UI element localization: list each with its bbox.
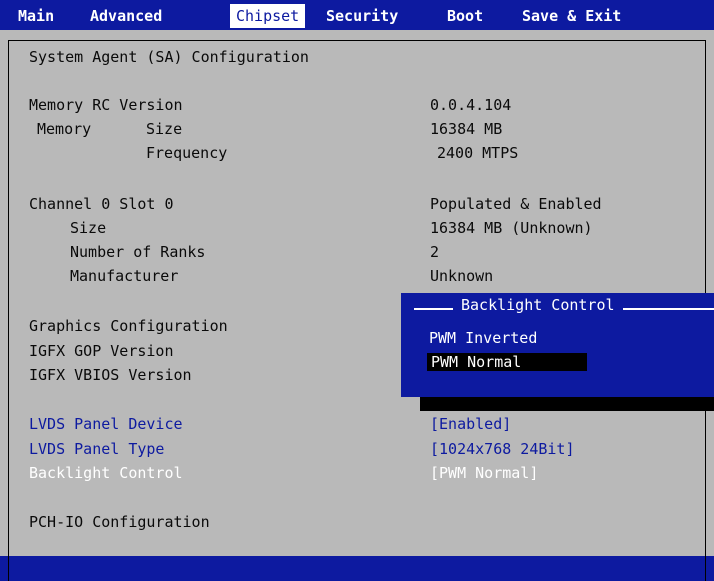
channel-size-label: Size [70, 219, 107, 237]
channel-slot-label: Channel 0 Slot 0 [29, 195, 174, 213]
popup-option-pwm-normal[interactable]: PWM Normal [427, 353, 587, 371]
top-menu-bar: Main Advanced Chipset Security Boot Save… [0, 0, 714, 30]
tab-save-exit[interactable]: Save & Exit [522, 5, 621, 27]
tab-chipset[interactable]: Chipset [230, 4, 306, 28]
igfx-gop-version-label: IGFX GOP Version [29, 342, 174, 360]
section-title: System Agent (SA) Configuration [29, 48, 309, 66]
memory-size-label: Size [146, 120, 183, 138]
ranks-label: Number of Ranks [70, 243, 206, 261]
memory-frequency-value: 2400 MTPS [437, 144, 519, 162]
memory-label: Memory [37, 120, 92, 138]
backlight-control-label[interactable]: Backlight Control [29, 464, 183, 482]
tab-main[interactable]: Main [18, 5, 54, 27]
manufacturer-value: Unknown [430, 267, 494, 285]
memory-rc-version-value: 0.0.4.104 [430, 96, 512, 114]
pch-io-configuration-label[interactable]: PCH-IO Configuration [29, 513, 210, 531]
channel-size-value: 16384 MB (Unknown) [430, 219, 593, 237]
memory-rc-version-label: Memory RC Version [29, 96, 183, 114]
lvds-panel-type-value[interactable]: [1024x768 24Bit] [430, 440, 575, 458]
lvds-panel-type-label[interactable]: LVDS Panel Type [29, 440, 164, 458]
channel-slot-value: Populated & Enabled [430, 195, 602, 213]
popup-option-pwm-inverted[interactable]: PWM Inverted [429, 329, 537, 347]
popup-title: Backlight Control [453, 296, 623, 314]
lvds-panel-device-label[interactable]: LVDS Panel Device [29, 415, 183, 433]
backlight-control-value[interactable]: [PWM Normal] [430, 464, 538, 482]
tab-security[interactable]: Security [326, 5, 398, 27]
memory-frequency-label: Frequency [146, 144, 228, 162]
igfx-vbios-version-label: IGFX VBIOS Version [29, 366, 192, 384]
tab-advanced[interactable]: Advanced [90, 5, 162, 27]
memory-size-value: 16384 MB [430, 120, 503, 138]
graphics-configuration-label: Graphics Configuration [29, 317, 228, 335]
tab-boot[interactable]: Boot [447, 5, 483, 27]
ranks-value: 2 [430, 243, 440, 261]
manufacturer-label: Manufacturer [70, 267, 179, 285]
lvds-panel-device-value[interactable]: [Enabled] [430, 415, 511, 433]
backlight-control-popup: Backlight Control PWM Inverted PWM Norma… [401, 293, 714, 397]
